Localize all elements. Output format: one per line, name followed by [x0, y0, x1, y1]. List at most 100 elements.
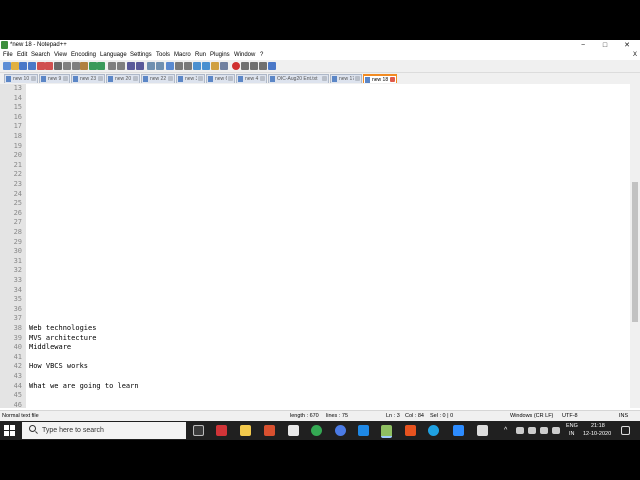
- save-all-icon[interactable]: [28, 62, 36, 70]
- tab-close-icon[interactable]: [322, 76, 327, 81]
- task-view-icon[interactable]: [193, 425, 204, 436]
- close-icon[interactable]: [37, 62, 45, 70]
- folder-workspace-icon[interactable]: [211, 62, 219, 70]
- maximize-button[interactable]: □: [594, 40, 616, 51]
- clock-date[interactable]: 12-10-2020: [583, 431, 611, 438]
- tab-close-icon[interactable]: [63, 76, 68, 81]
- tab-oic-aug20[interactable]: OIC-Aug20 Ent.txt: [268, 74, 329, 83]
- editor-text-line[interactable]: Web technologies: [29, 324, 96, 334]
- cut-icon[interactable]: [63, 62, 71, 70]
- paste-icon[interactable]: [80, 62, 88, 70]
- sync-h-icon[interactable]: [156, 62, 164, 70]
- all-chars-icon[interactable]: [184, 62, 192, 70]
- print-icon[interactable]: [54, 62, 62, 70]
- tab-close-icon[interactable]: [198, 76, 203, 81]
- pdf-reader-icon[interactable]: [264, 425, 275, 436]
- vertical-scrollbar[interactable]: [630, 84, 640, 408]
- text-editor[interactable]: 13 14 15 16 17 18 19 20 21 22 23 24 25 26 27 28 29 30 31 32…: [0, 84, 630, 408]
- play-multi-icon[interactable]: [259, 62, 267, 70]
- tab-new-9[interactable]: new 9: [39, 74, 70, 83]
- tab-new-20[interactable]: new 20: [106, 74, 140, 83]
- mail-app-icon[interactable]: [216, 425, 227, 436]
- tab-close-icon[interactable]: [31, 76, 36, 81]
- new-icon[interactable]: [3, 62, 11, 70]
- tab-new-4[interactable]: new 4: [236, 74, 267, 83]
- close-all-icon[interactable]: [45, 62, 53, 70]
- minimize-button[interactable]: −: [572, 40, 594, 51]
- chrome-icon[interactable]: [311, 425, 322, 436]
- tab-new-23[interactable]: new 23: [71, 74, 105, 83]
- redo-icon[interactable]: [97, 62, 105, 70]
- notification-icon[interactable]: [621, 426, 630, 435]
- link-icon[interactable]: [552, 427, 560, 434]
- edge-icon[interactable]: [428, 425, 439, 436]
- notepad-plus-plus-taskbar-icon[interactable]: [381, 425, 392, 438]
- menu-file[interactable]: File: [3, 51, 13, 60]
- monitor-icon[interactable]: [220, 62, 228, 70]
- menu-help[interactable]: ?: [260, 51, 263, 60]
- battery-icon[interactable]: [528, 427, 536, 434]
- zoom-in-icon[interactable]: [127, 62, 135, 70]
- record-icon[interactable]: [232, 62, 240, 70]
- tab-close-icon[interactable]: [260, 76, 265, 81]
- zoom-out-icon[interactable]: [136, 62, 144, 70]
- tab-new-18[interactable]: new 18: [363, 74, 397, 83]
- file-explorer-icon[interactable]: [240, 425, 251, 436]
- editor-text-line[interactable]: What we are going to learn: [29, 382, 139, 392]
- menu-view[interactable]: View: [54, 51, 67, 60]
- menu-tools[interactable]: Tools: [156, 51, 170, 60]
- find-icon[interactable]: [108, 62, 116, 70]
- close-button[interactable]: ✕: [616, 40, 638, 51]
- tray-chevron-icon[interactable]: ^: [504, 427, 507, 434]
- tab-new-10[interactable]: new 10: [4, 74, 38, 83]
- play-icon[interactable]: [250, 62, 258, 70]
- save-macro-icon[interactable]: [268, 62, 276, 70]
- editor-text-line[interactable]: How VBCS works: [29, 362, 88, 372]
- copy-icon[interactable]: [72, 62, 80, 70]
- indent-guide-icon[interactable]: [175, 62, 183, 70]
- region-indicator[interactable]: IN: [569, 431, 575, 438]
- taskbar-search-box[interactable]: Type here to search: [22, 422, 186, 439]
- tab-close-icon[interactable]: [168, 76, 173, 81]
- wrap-icon[interactable]: [166, 62, 174, 70]
- menu-run[interactable]: Run: [195, 51, 206, 60]
- tab-close-icon[interactable]: [228, 76, 233, 81]
- store-icon[interactable]: [288, 425, 299, 436]
- office-icon[interactable]: [405, 425, 416, 436]
- tab-new-3[interactable]: new 3: [176, 74, 205, 83]
- editor-text-line[interactable]: MVS architecture: [29, 334, 96, 344]
- cloud-icon[interactable]: [540, 427, 548, 434]
- menu-search[interactable]: Search: [31, 51, 50, 60]
- open-icon[interactable]: [11, 62, 19, 70]
- tab-close-icon[interactable]: [355, 76, 360, 81]
- editor-text-line[interactable]: Middleware: [29, 343, 71, 353]
- replace-icon[interactable]: [117, 62, 125, 70]
- title-bar[interactable]: *new 18 - Notepad++ − □ ✕: [0, 40, 640, 51]
- tab-close-icon[interactable]: [133, 76, 138, 81]
- chrome-profile-icon[interactable]: [335, 425, 346, 436]
- sync-v-icon[interactable]: [147, 62, 155, 70]
- tab-close-icon[interactable]: [390, 77, 395, 82]
- tab-new-17[interactable]: new 17: [330, 74, 362, 83]
- tab-close-icon[interactable]: [98, 76, 103, 81]
- tab-new-6[interactable]: new 6: [206, 74, 235, 83]
- function-list-icon[interactable]: [202, 62, 210, 70]
- scrollbar-thumb[interactable]: [632, 182, 638, 322]
- menu-edit[interactable]: Edit: [17, 51, 27, 60]
- windows-start-icon[interactable]: [4, 425, 15, 436]
- save-icon[interactable]: [19, 62, 27, 70]
- menu-settings[interactable]: Settings: [130, 51, 152, 60]
- menu-macro[interactable]: Macro: [174, 51, 191, 60]
- undo-icon[interactable]: [89, 62, 97, 70]
- clock-time[interactable]: 21:18: [591, 423, 605, 430]
- network-icon[interactable]: [516, 427, 524, 434]
- menu-encoding[interactable]: Encoding: [71, 51, 96, 60]
- language-indicator[interactable]: ENG: [566, 423, 578, 430]
- app-icon[interactable]: [477, 425, 488, 436]
- menu-language[interactable]: Language: [100, 51, 127, 60]
- menu-plugins[interactable]: Plugins: [210, 51, 230, 60]
- stop-icon[interactable]: [241, 62, 249, 70]
- menu-window[interactable]: Window: [234, 51, 255, 60]
- tab-new-22[interactable]: new 22: [141, 74, 175, 83]
- internet-explorer-icon[interactable]: [358, 425, 369, 436]
